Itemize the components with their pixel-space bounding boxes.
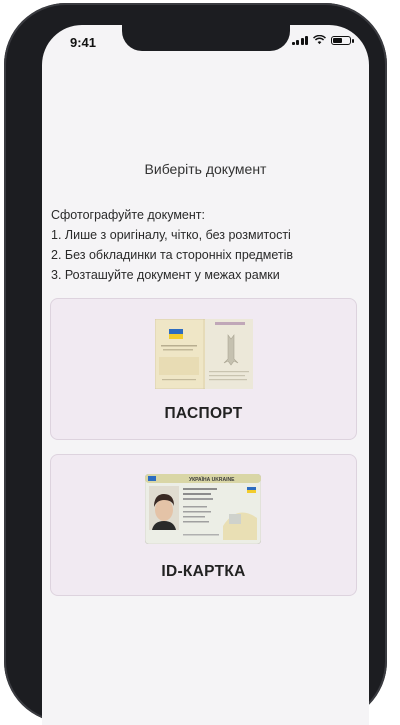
id-card-option-card[interactable]: УКРАЇНА UKRAINE ID-КАРТКА — [50, 454, 357, 596]
battery-level — [333, 37, 342, 43]
page-title: Виберіть документ — [144, 161, 267, 177]
passport-image — [155, 319, 253, 389]
instructions-heading: Сфотографуйте документ: — [51, 208, 205, 222]
status-time: 9:41 — [70, 35, 97, 50]
instruction-item: 2. Без обкладинки та сторонніх предметів — [51, 248, 294, 262]
cellular-signal-icon — [291, 35, 308, 45]
passport-option-card[interactable]: ПАСПОРТ — [50, 298, 357, 440]
id-card-header: УКРАЇНА UKRAINE — [189, 476, 235, 483]
status-icons — [291, 35, 354, 45]
phone-notch — [122, 25, 290, 51]
instruction-item: 3. Розташуйте документ у межах рамки — [51, 268, 280, 282]
instruction-item: 1. Лише з оригіналу, чітко, без розмитос… — [51, 228, 291, 242]
phone-frame: 9:41 Виберіть документ Сфотографуйте док… — [4, 3, 387, 725]
instructions: Сфотографуйте документ: 1. Лише з оригін… — [51, 205, 363, 285]
phone-screen: 9:41 Виберіть документ Сфотографуйте док… — [42, 25, 369, 725]
id-card-label: ID-КАРТКА — [161, 563, 246, 580]
id-card-image: УКРАЇНА UKRAINE — [145, 474, 261, 544]
battery-icon — [331, 35, 354, 45]
passport-label: ПАСПОРТ — [164, 405, 243, 422]
wifi-icon — [313, 35, 326, 45]
